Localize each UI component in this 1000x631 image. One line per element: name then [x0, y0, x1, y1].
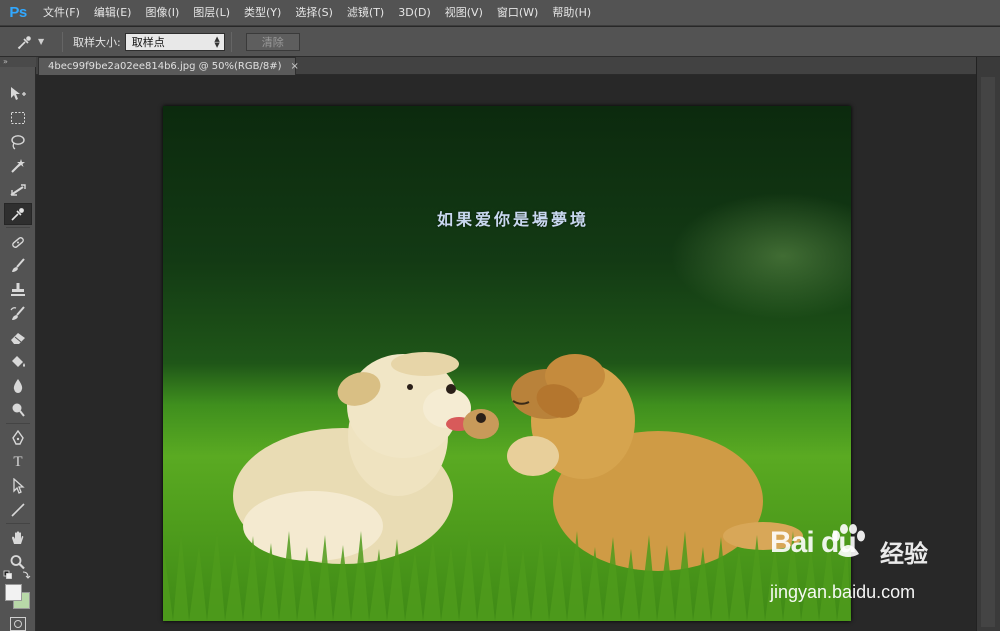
options-bar: ▼ 取样大小: 取样点 ▲ ▼ 清除 [0, 27, 1000, 57]
menu-edit[interactable]: 编辑(E) [87, 0, 139, 26]
divider [6, 227, 30, 228]
menu-layer[interactable]: 图层(L) [186, 0, 237, 26]
brush-tool-icon[interactable] [4, 255, 32, 277]
baidu-jingyan-watermark: Bai du 经验 jingyan.baidu.com [770, 524, 960, 606]
move-tool-icon[interactable] [4, 83, 32, 105]
type-tool-icon[interactable]: T [4, 451, 32, 473]
divider [6, 523, 30, 524]
tools-panel: T [0, 67, 36, 631]
sample-size-value: 取样点 [131, 35, 165, 49]
right-panel-dock [976, 57, 1000, 631]
baidu-paw-icon [832, 524, 865, 557]
default-colors-swap-icon[interactable] [3, 569, 33, 581]
double-chevron-icon: » [3, 57, 8, 66]
chevron-down-icon: ▼ [38, 37, 45, 46]
menu-bar: Ps 文件(F) 编辑(E) 图像(I) 图层(L) 类型(Y) 选择(S) 滤… [0, 0, 1000, 26]
crop-tool-icon[interactable] [4, 179, 32, 201]
watermark-brand-cn: 经验 [880, 540, 928, 568]
foreground-color-swatch[interactable] [5, 584, 22, 601]
quick-mask-icon[interactable] [10, 617, 26, 631]
menu-type[interactable]: 类型(Y) [237, 0, 288, 26]
vertical-scrollbar[interactable] [981, 77, 995, 627]
healing-brush-tool-icon[interactable] [4, 231, 32, 253]
clone-stamp-tool-icon[interactable] [4, 279, 32, 301]
lasso-tool-icon[interactable] [4, 131, 32, 153]
menu-select[interactable]: 选择(S) [288, 0, 340, 26]
menu-window[interactable]: 窗口(W) [490, 0, 545, 26]
magic-wand-tool-icon[interactable] [4, 155, 32, 177]
eraser-tool-icon[interactable] [4, 327, 32, 349]
menu-image[interactable]: 图像(I) [138, 0, 186, 26]
menu-file[interactable]: 文件(F) [36, 0, 87, 26]
document-tab-bar: 4bec99f9be2a02ee814b6.jpg @ 50%(RGB/8#) … [36, 57, 1000, 75]
tool-preset-picker[interactable]: ▼ [16, 33, 56, 51]
hand-tool-icon[interactable] [4, 527, 32, 549]
menu-filter[interactable]: 滤镜(T) [340, 0, 391, 26]
clear-button[interactable]: 清除 [245, 32, 300, 51]
divider [230, 31, 232, 52]
document-tab[interactable]: 4bec99f9be2a02ee814b6.jpg @ 50%(RGB/8#) … [38, 57, 299, 75]
close-icon[interactable]: × [291, 61, 299, 72]
grass-foreground [163, 529, 851, 621]
paint-bucket-tool-icon[interactable] [4, 351, 32, 373]
menu-3d[interactable]: 3D(D) [391, 0, 438, 26]
marquee-tool-icon[interactable] [4, 107, 32, 129]
history-brush-tool-icon[interactable] [4, 303, 32, 325]
pen-tool-icon[interactable] [4, 427, 32, 449]
watermark-url: jingyan.baidu.com [770, 582, 916, 602]
select-arrows-icon: ▲ ▼ [214, 34, 220, 49]
menu-help[interactable]: 帮助(H) [545, 0, 598, 26]
eyedropper-icon [17, 35, 31, 49]
path-selection-tool-icon[interactable] [4, 475, 32, 497]
menu-view[interactable]: 视图(V) [438, 0, 490, 26]
eyedropper-tool-icon[interactable] [4, 203, 32, 225]
line-tool-icon[interactable] [4, 499, 32, 521]
document-image[interactable]: 如果爱你是場夢境 [163, 106, 851, 621]
divider [62, 31, 63, 52]
document-tab-title: 4bec99f9be2a02ee814b6.jpg @ 50%(RGB/8#) [48, 61, 282, 72]
photoshop-logo: Ps [9, 4, 27, 21]
sample-size-select[interactable]: 取样点 ▲ ▼ [124, 32, 225, 51]
sample-size-label: 取样大小: [73, 35, 121, 49]
dodge-tool-icon[interactable] [4, 399, 32, 421]
color-swatches[interactable] [4, 583, 32, 611]
toolbar-collapse-grip[interactable]: » [0, 57, 36, 67]
blur-tool-icon[interactable] [4, 375, 32, 397]
divider [6, 423, 30, 424]
